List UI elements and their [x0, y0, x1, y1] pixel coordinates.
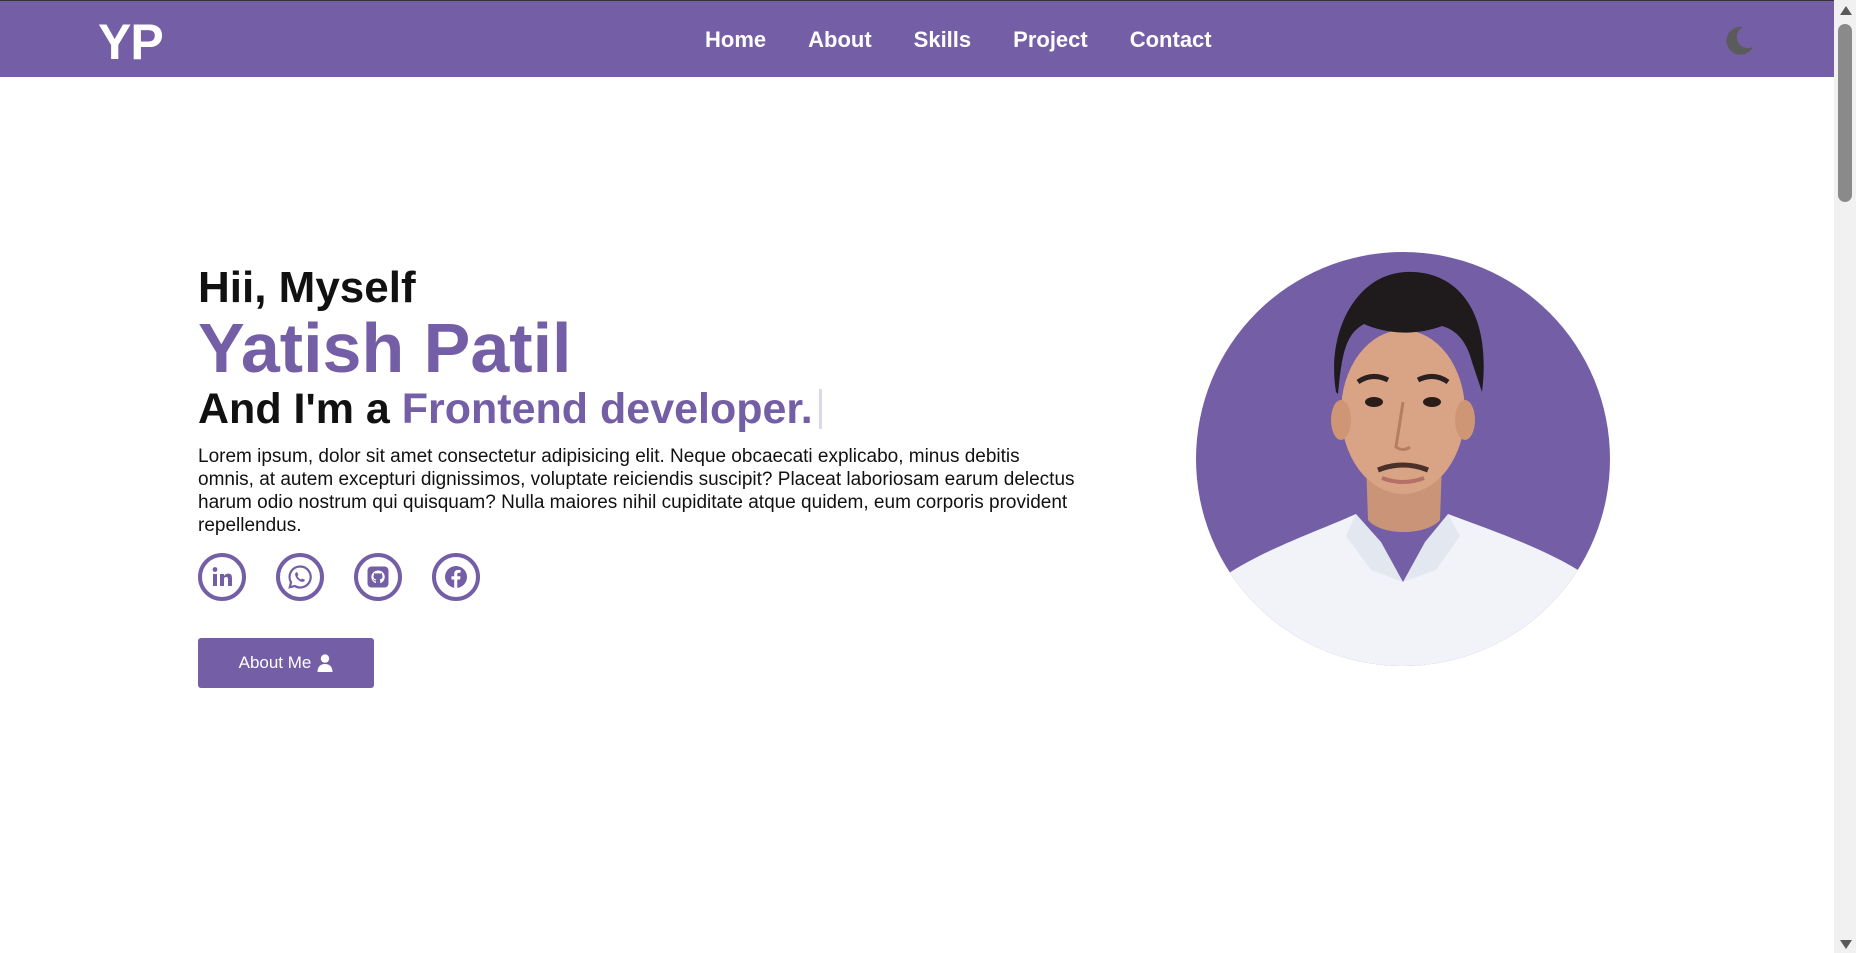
scroll-up-arrow-icon[interactable] — [1840, 6, 1852, 15]
main-nav: Home About Skills Project Contact — [705, 27, 1254, 53]
role-text: Frontend developer. — [401, 385, 813, 433]
navbar: YP Home About Skills Project Contact — [0, 0, 1834, 77]
scroll-thumb[interactable] — [1838, 24, 1852, 202]
github-icon[interactable] — [354, 553, 402, 601]
whatsapp-icon[interactable] — [276, 553, 324, 601]
nav-link-contact[interactable]: Contact — [1130, 27, 1212, 53]
social-links — [198, 553, 1078, 603]
hero-greeting: Hii, Myself — [198, 263, 416, 312]
hero-role-line: And I'm a Frontend developer. — [198, 384, 1078, 434]
linkedin-icon[interactable] — [198, 553, 246, 601]
moon-icon[interactable] — [1722, 23, 1756, 57]
hero-name: Yatish Patil — [198, 309, 572, 387]
about-me-button[interactable]: About Me — [198, 638, 374, 688]
hero-section: Hii, Myself Yatish Patil And I'm a Front… — [198, 262, 1078, 688]
nav-link-home[interactable]: Home — [705, 27, 766, 53]
hero-intro: Lorem ipsum, dolor sit amet consectetur … — [198, 446, 1075, 536]
scroll-down-arrow-icon[interactable] — [1840, 940, 1852, 949]
user-icon — [317, 654, 333, 672]
nav-link-skills[interactable]: Skills — [914, 27, 971, 53]
nav-link-project[interactable]: Project — [1013, 27, 1088, 53]
site-logo[interactable]: YP — [98, 13, 164, 71]
role-prefix: And I'm a — [198, 385, 390, 433]
about-me-button-label: About Me — [238, 653, 312, 672]
nav-link-about[interactable]: About — [808, 27, 872, 53]
page-scrollbar[interactable] — [1834, 0, 1856, 953]
profile-photo — [1196, 252, 1610, 666]
facebook-icon[interactable] — [432, 553, 480, 601]
typing-cursor — [818, 389, 822, 429]
